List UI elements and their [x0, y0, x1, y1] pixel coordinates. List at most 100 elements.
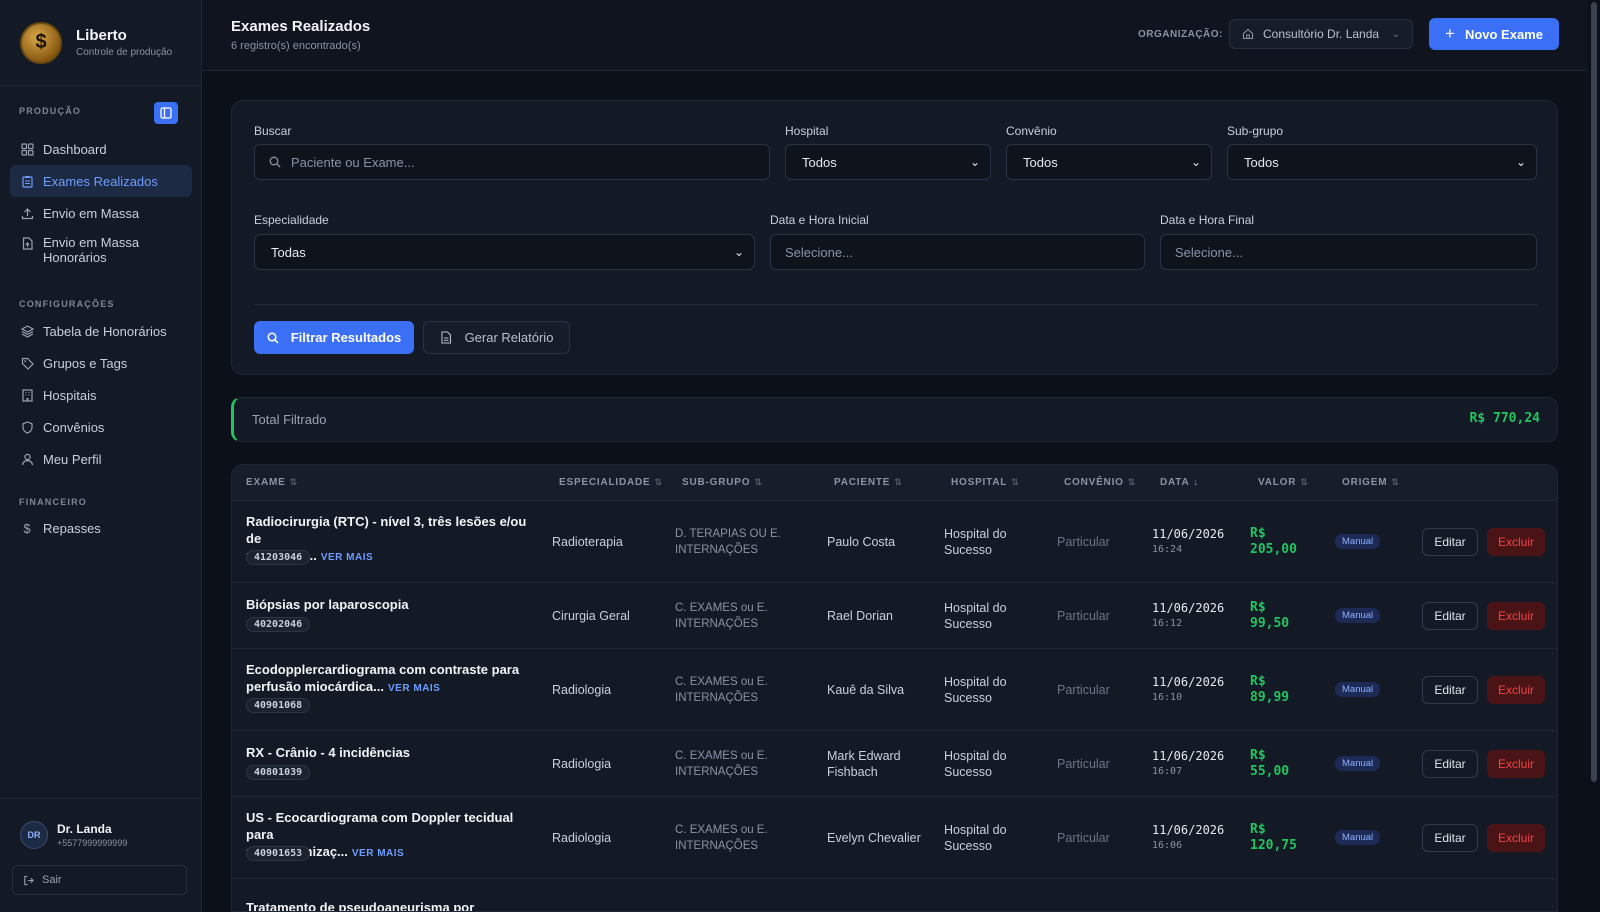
- edit-button[interactable]: Editar: [1422, 824, 1478, 852]
- sidebar-item-repasses[interactable]: $ Repasses: [10, 512, 192, 544]
- layers-icon: [20, 324, 34, 338]
- search-icon: [267, 331, 279, 344]
- clipboard-icon: [20, 174, 34, 188]
- delete-button[interactable]: Excluir: [1487, 528, 1545, 556]
- paciente-line2: Fishbach: [827, 765, 878, 779]
- time-value: 16:06: [1152, 840, 1183, 851]
- section-configuracoes: CONFIGURAÇÕES: [19, 299, 115, 309]
- new-exam-button[interactable]: + Novo Exame: [1429, 18, 1559, 50]
- date-value: 11/06/2026: [1152, 601, 1225, 615]
- ver-mais-link[interactable]: VER MAIS: [388, 683, 440, 694]
- start-date-label: Data e Hora Inicial: [770, 213, 869, 227]
- column-hospital[interactable]: HOSPITAL ⇅: [951, 477, 1020, 488]
- ver-mais-link[interactable]: VER MAIS: [321, 552, 373, 563]
- especialidade-label: Especialidade: [254, 213, 329, 227]
- sidebar-item-exames-realizados[interactable]: Exames Realizados: [10, 165, 192, 197]
- subgrupo-label: Sub-grupo: [1227, 124, 1284, 138]
- column-data[interactable]: DATA ↓: [1160, 477, 1199, 488]
- sidebar-item-label: Repasses: [43, 520, 101, 536]
- especialidade-value: Todas: [271, 244, 306, 260]
- hospital-line1: Hospital do: [944, 601, 1007, 615]
- end-date-input[interactable]: Selecione...: [1160, 234, 1537, 270]
- sidebar-item-tabela-honorarios[interactable]: Tabela de Honorários: [10, 315, 192, 347]
- valor-currency: R$: [1250, 526, 1266, 541]
- sort-icon: ⇅: [1300, 477, 1309, 487]
- especialidade-select[interactable]: Todas ⌄: [254, 234, 755, 270]
- subgrupo-line2: INTERNAÇÕES: [675, 840, 759, 852]
- delete-button[interactable]: Excluir: [1487, 602, 1545, 630]
- paciente-line1: Paulo Costa: [827, 535, 896, 549]
- sidebar-collapse-button[interactable]: [154, 102, 178, 124]
- logo-glyph: $: [35, 31, 47, 53]
- table-header: EXAME ⇅ ESPECIALIDADE ⇅ SUB-GRUPO ⇅ PACIENT…: [232, 465, 1557, 501]
- sidebar-item-label: Grupos e Tags: [43, 355, 128, 371]
- valor-cell: R$ 89,99: [1250, 674, 1289, 706]
- search-icon: [269, 156, 281, 168]
- sidebar-item-envio-em-massa[interactable]: Envio em Massa: [10, 197, 192, 229]
- column-subgrupo[interactable]: SUB-GRUPO ⇅: [682, 477, 763, 488]
- column-exame[interactable]: EXAME ⇅: [246, 477, 298, 488]
- start-date-input[interactable]: Selecione...: [770, 234, 1145, 270]
- column-origem[interactable]: ORIGEM ⇅: [1342, 477, 1400, 488]
- dollar-icon: $: [23, 520, 31, 536]
- sidebar-toggle-icon: [160, 107, 172, 119]
- logout-icon: [24, 875, 34, 885]
- building-icon: [20, 388, 34, 402]
- upload-icon: [20, 206, 34, 220]
- delete-button[interactable]: Excluir: [1487, 676, 1545, 704]
- subgrupo-line2: INTERNAÇÕES: [675, 766, 759, 778]
- edit-button[interactable]: Editar: [1422, 528, 1478, 556]
- convenio-select[interactable]: Todos ⌄: [1006, 144, 1212, 180]
- section-financeiro: FINANCEIRO: [19, 497, 87, 507]
- filter-results-button[interactable]: Filtrar Resultados: [254, 321, 414, 354]
- subgrupo-line2: INTERNAÇÕES: [675, 544, 759, 556]
- sidebar-item-hospitais[interactable]: Hospitais: [10, 379, 192, 411]
- page-scrollbar[interactable]: [1588, 0, 1600, 912]
- column-valor[interactable]: VALOR ⇅: [1258, 477, 1309, 488]
- subgrupo-cell: C. EXAMES ou E. INTERNAÇÕES: [675, 748, 768, 780]
- logout-label: Sair: [42, 874, 62, 886]
- date-value: 11/06/2026: [1152, 749, 1225, 763]
- record-count: 6 registro(s) encontrado(s): [231, 40, 361, 52]
- column-paciente[interactable]: PACIENTE ⇅: [834, 477, 903, 488]
- generate-report-button[interactable]: Gerar Relatório: [423, 321, 570, 354]
- chevron-down-icon: ⌄: [1190, 155, 1201, 169]
- sidebar-item-dashboard[interactable]: Dashboard: [10, 133, 192, 165]
- table-row: Ecodopplercardiograma com contraste para…: [232, 649, 1557, 731]
- sort-icon: ⇅: [289, 477, 298, 487]
- grid-icon: [20, 142, 34, 156]
- sidebar-item-envio-em-massa-honorarios[interactable]: Envio em Massa Honorários: [10, 229, 192, 273]
- sort-icon: ⇅: [1391, 477, 1400, 487]
- sidebar-item-convenios[interactable]: Convênios: [10, 411, 192, 443]
- file-upload-icon: [20, 236, 34, 250]
- sidebar-item-label: Hospitais: [43, 387, 97, 403]
- organization-select[interactable]: Consultório Dr. Landa ⌄: [1229, 19, 1413, 49]
- subgrupo-select[interactable]: Todos ⌄: [1227, 144, 1537, 180]
- ver-mais-link[interactable]: VER MAIS: [352, 848, 404, 859]
- sidebar-item-meu-perfil[interactable]: Meu Perfil: [10, 443, 192, 475]
- edit-button[interactable]: Editar: [1422, 750, 1478, 778]
- sidebar-item-grupos-tags[interactable]: Grupos e Tags: [10, 347, 192, 379]
- convenio-cell: Particular: [1057, 609, 1110, 623]
- column-label: CONVÊNIO: [1064, 477, 1124, 488]
- delete-button[interactable]: Excluir: [1487, 824, 1545, 852]
- edit-button[interactable]: Editar: [1422, 676, 1478, 704]
- origem-badge: Manual: [1335, 682, 1381, 697]
- total-label: Total Filtrado: [252, 412, 327, 427]
- valor-amount: 205,00: [1250, 542, 1297, 557]
- edit-button[interactable]: Editar: [1422, 602, 1478, 630]
- column-convenio[interactable]: CONVÊNIO ⇅: [1064, 477, 1136, 488]
- valor-currency: R$: [1250, 674, 1266, 689]
- scrollbar-thumb[interactable]: [1591, 2, 1597, 782]
- brand-logo: $: [20, 21, 62, 64]
- avatar[interactable]: DR: [20, 821, 48, 849]
- hospital-cell: Hospital do Sucesso: [944, 822, 1007, 854]
- search-input[interactable]: Paciente ou Exame...: [254, 144, 770, 180]
- valor-amount: 120,75: [1250, 838, 1297, 853]
- logout-button[interactable]: Sair: [12, 865, 187, 895]
- column-especialidade[interactable]: ESPECIALIDADE ⇅: [559, 477, 663, 488]
- hospital-line1: Hospital do: [944, 749, 1007, 763]
- hospital-select[interactable]: Todos ⌄: [785, 144, 991, 180]
- delete-button[interactable]: Excluir: [1487, 750, 1545, 778]
- table-row: Radiocirurgia (RTC) - nível 3, três lesõ…: [232, 501, 1557, 583]
